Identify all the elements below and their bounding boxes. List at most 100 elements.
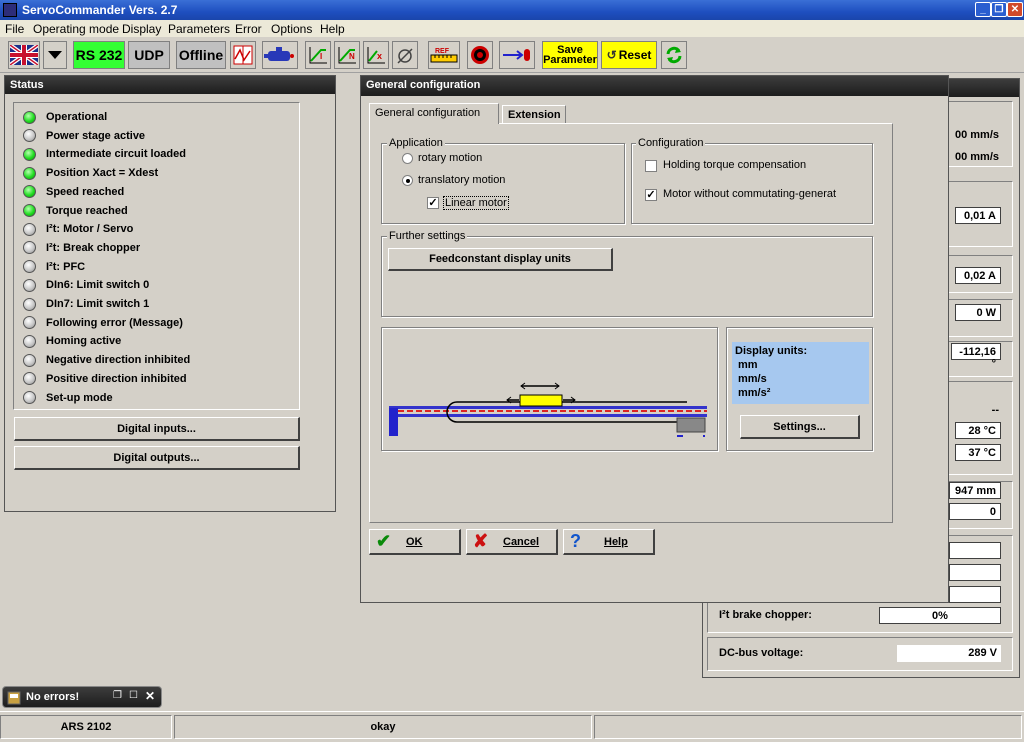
close-button[interactable]: ✕ <box>1007 2 1023 17</box>
refresh-icon <box>666 46 682 64</box>
digital-inputs-button[interactable]: Digital inputs... <box>14 417 300 441</box>
refresh-button[interactable] <box>661 41 687 69</box>
translatory-motion-radio[interactable] <box>402 175 413 186</box>
current-ramp-icon: I <box>309 47 327 64</box>
tab-general-configuration[interactable]: General configuration <box>369 103 499 124</box>
close-icon[interactable]: ✕ <box>145 689 155 703</box>
status-led-on-icon <box>23 166 36 180</box>
menu-file[interactable]: File <box>5 22 24 36</box>
status-item: Following error (Message) <box>23 314 183 332</box>
status-item-label: I²t: Motor / Servo <box>46 223 134 236</box>
brake-chopper-value: 0% <box>879 607 1001 624</box>
holding-torque-label: Holding torque compensation <box>663 159 807 171</box>
display-units-title: Display units: <box>735 345 808 357</box>
jog-arrow-icon <box>503 49 530 61</box>
cancel-label: Cancel <box>503 535 540 548</box>
value-angle: -112,16 ° <box>951 343 1001 370</box>
check-icon: ✔ <box>376 531 392 551</box>
reset-button[interactable]: ↺ Reset <box>601 41 657 69</box>
language-dropdown-button[interactable] <box>43 41 67 69</box>
offline-button[interactable]: Offline <box>176 41 226 69</box>
digital-outputs-button[interactable]: Digital outputs... <box>14 446 300 470</box>
linear-axis-illustration <box>389 382 707 437</box>
status-item-label: Torque reached <box>46 204 128 217</box>
status-led-off-icon <box>23 260 36 274</box>
application-group-label: Application <box>387 137 445 149</box>
further-settings-label: Further settings <box>387 230 468 242</box>
menu-error[interactable]: Error <box>235 22 262 36</box>
svg-text:REF: REF <box>435 48 450 55</box>
help-button[interactable]: ? Help <box>563 529 655 555</box>
statusbar-device: ARS 2102 <box>0 715 172 739</box>
status-item: DIn6: Limit switch 0 <box>23 276 149 294</box>
status-bar: ARS 2102 okay <box>0 711 1024 742</box>
status-window: Status Operational Power stage active Inte… <box>4 75 336 512</box>
status-led-off-icon <box>23 391 36 404</box>
ok-button[interactable]: ✔ OK <box>369 529 461 555</box>
motor-without-commutating-checkbox[interactable]: ✓ <box>645 189 657 201</box>
status-led-off-icon <box>23 241 36 255</box>
rotary-motion-radio[interactable] <box>402 153 413 164</box>
stop-target-icon <box>471 46 489 64</box>
status-item-label: Positive direction inhibited <box>46 372 187 385</box>
status-item: DIn7: Limit switch 1 <box>23 295 149 313</box>
speed-ramp-button[interactable]: N <box>334 41 360 69</box>
motor-button[interactable] <box>262 41 298 69</box>
holding-torque-checkbox[interactable] <box>645 160 657 172</box>
brake-chopper-label: I²t brake chopper: <box>719 609 812 621</box>
minimize-button[interactable]: _ <box>975 2 991 17</box>
homing-button[interactable] <box>392 41 418 69</box>
status-item-label: Following error (Message) <box>46 316 183 329</box>
menu-help[interactable]: Help <box>320 22 345 36</box>
status-led-on-icon <box>23 147 36 161</box>
tab-extension[interactable]: Extension <box>502 105 566 124</box>
maximize-button[interactable]: ❐ <box>991 2 1007 17</box>
current-ramp-button[interactable]: I <box>305 41 331 69</box>
error-window-minimized[interactable]: No errors! ❐ ☐ ✕ <box>2 686 162 708</box>
reference-button[interactable]: REF <box>428 41 460 69</box>
language-flag-button[interactable] <box>8 41 40 69</box>
feedconstant-display-units-button[interactable]: Feedconstant display units <box>388 248 613 271</box>
oscilloscope-button[interactable] <box>230 41 256 69</box>
restore-icon[interactable]: ❐ <box>113 690 122 701</box>
stop-button[interactable] <box>467 41 493 69</box>
status-led-off-icon <box>23 353 36 367</box>
dc-bus-value: 289 V <box>897 645 1001 662</box>
status-item-label: Set-up mode <box>46 391 113 404</box>
status-led-off-icon <box>23 297 36 311</box>
status-item-label: Power stage active <box>46 129 146 142</box>
reset-label: Reset <box>618 48 652 62</box>
maximize-icon[interactable]: ☐ <box>129 690 138 701</box>
help-question-icon: ? <box>570 531 581 551</box>
general-configuration-dialog: General configuration General configurat… <box>360 75 949 603</box>
rs232-button[interactable]: RS 232 <box>73 41 125 69</box>
value-speed-2: 00 mm/s <box>954 151 999 163</box>
configuration-group-label: Configuration <box>636 137 706 149</box>
status-led-on-icon <box>23 110 36 124</box>
menu-operating-mode[interactable]: Operating mode <box>33 22 119 36</box>
status-led-off-icon <box>23 278 36 292</box>
status-item: I²t: PFC <box>23 258 85 276</box>
value-load-3 <box>949 586 1001 603</box>
value-temp-placeholder: -- <box>991 404 999 416</box>
menu-display[interactable]: Display <box>122 22 161 36</box>
display-units-settings-button[interactable]: Settings... <box>740 415 860 439</box>
status-item: Power stage active <box>23 127 145 145</box>
cancel-button[interactable]: ✘ Cancel <box>466 529 558 555</box>
udp-button[interactable]: UDP <box>128 41 170 69</box>
value-current-2: 0,02 A <box>955 267 1001 284</box>
linear-motor-checkbox[interactable]: ✓ <box>427 197 439 209</box>
motor-icon <box>264 47 294 61</box>
app-titlebar: ServoCommander Vers. 2.7 _ ❐ ✕ <box>0 0 1024 20</box>
value-load-1 <box>949 542 1001 559</box>
save-parameter-button[interactable]: Save Parameter <box>542 41 598 69</box>
position-ramp-button[interactable]: x <box>363 41 389 69</box>
menu-parameters[interactable]: Parameters <box>168 22 230 36</box>
error-window-title: No errors! <box>26 691 80 703</box>
menu-options[interactable]: Options <box>271 22 312 36</box>
status-item: Homing active <box>23 332 121 350</box>
dc-bus-label: DC-bus voltage: <box>719 647 804 659</box>
status-item: Set-up mode <box>23 389 113 407</box>
status-item: Intermediate circuit loaded <box>23 145 186 163</box>
jog-button[interactable] <box>499 41 535 69</box>
